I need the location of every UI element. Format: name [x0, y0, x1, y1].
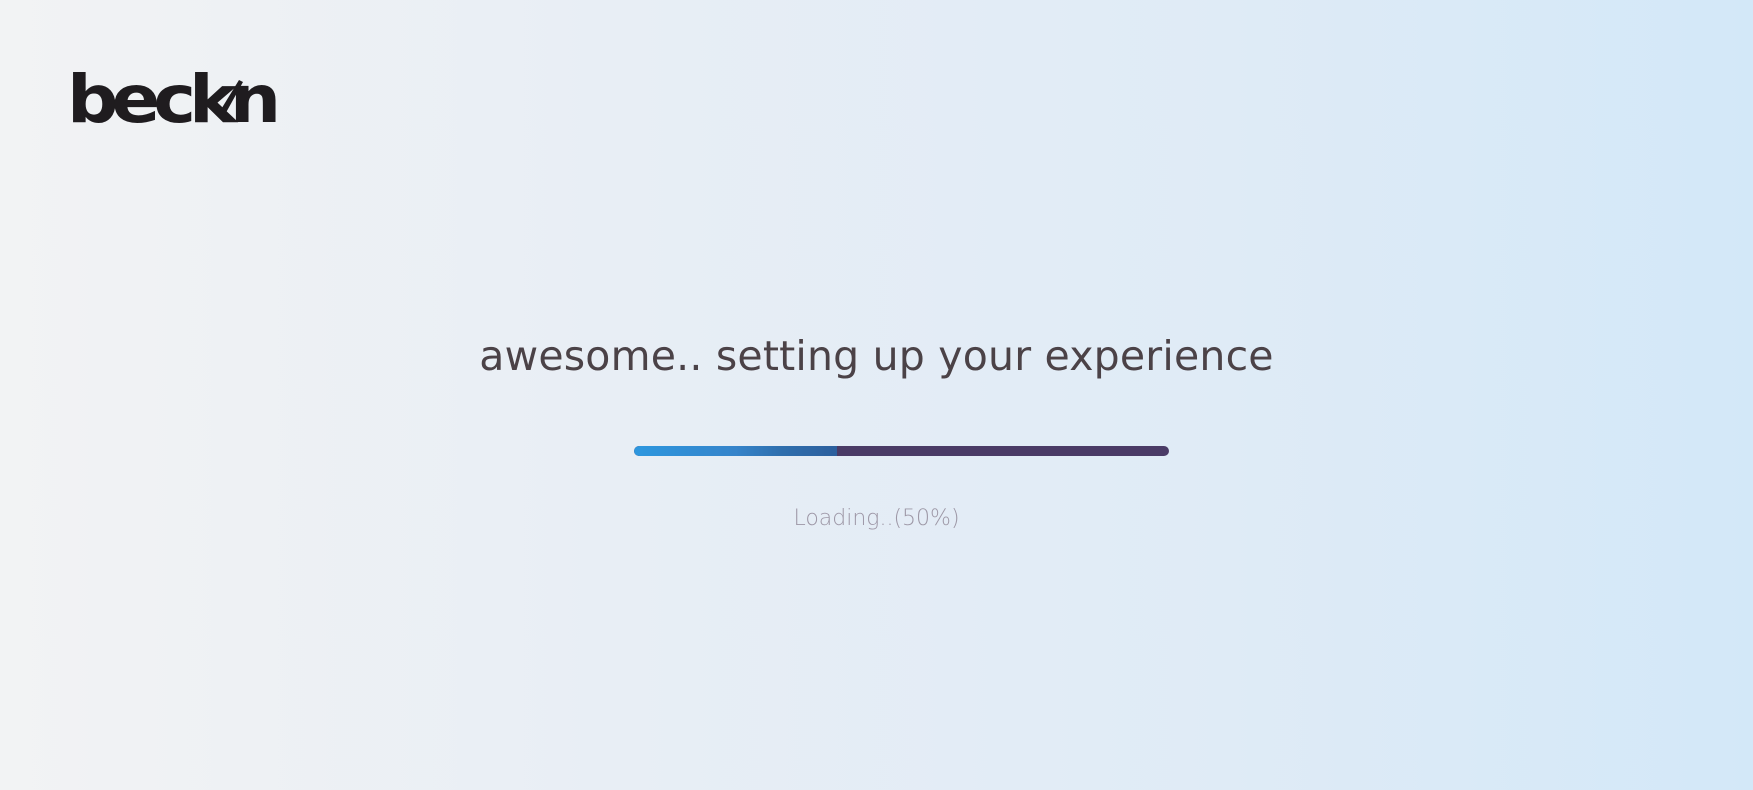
beckn-logo: beckn — [67, 66, 281, 132]
loading-status: Loading..(50%) — [793, 506, 960, 531]
progress-bar — [634, 446, 1169, 456]
page-title: awesome.. setting up your experience — [479, 332, 1274, 380]
progress-bar-fill — [634, 446, 838, 456]
logo-check-icon — [217, 80, 243, 118]
